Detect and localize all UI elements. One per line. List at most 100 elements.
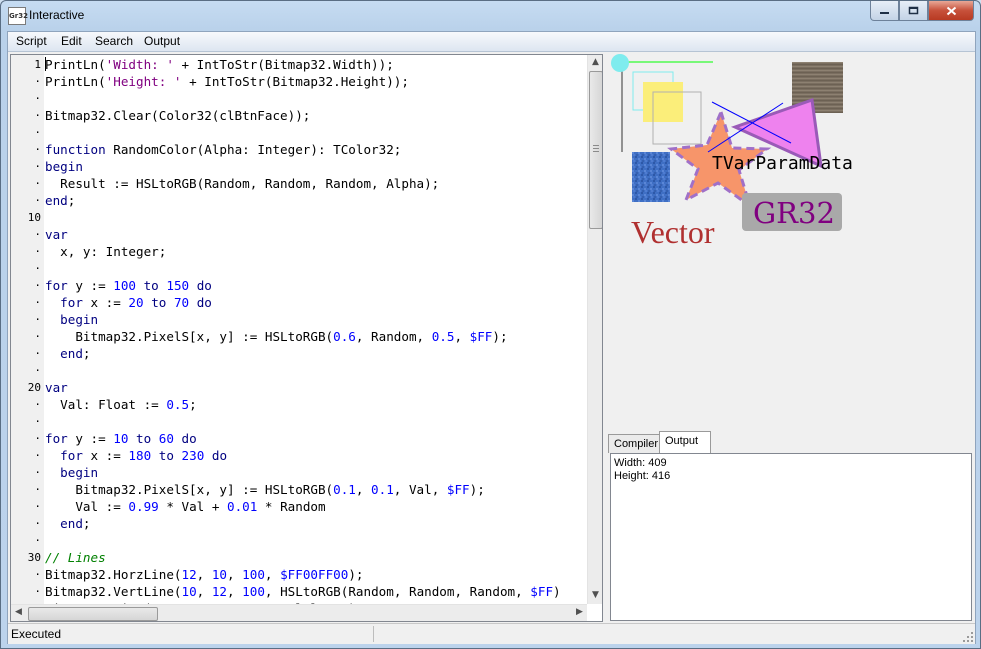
code-token: Bitmap32.HorzLine( [45, 567, 182, 582]
scroll-down-arrow-icon[interactable]: ▼ [588, 588, 602, 603]
code-token: 100 [113, 278, 136, 293]
code-token: x := [82, 295, 129, 310]
code-token: ; [67, 193, 76, 208]
code-token: $FF00FF00 [280, 567, 349, 582]
code-token: 0.5 [431, 329, 455, 344]
code-token: ; [82, 516, 91, 531]
line-number: · [34, 347, 41, 360]
code-line: Bitmap32.PixelS[x, y] := HSLtoRGB(0.1, 0… [45, 481, 484, 498]
code-token: 0.5 [166, 397, 190, 412]
window-controls [870, 1, 974, 21]
line-number: · [34, 330, 41, 343]
menu-search[interactable]: Search [95, 34, 133, 48]
code-token: do [211, 448, 228, 463]
close-button[interactable] [928, 1, 974, 21]
output-memo[interactable]: Width: 409 Height: 416 [610, 453, 972, 621]
code-token: Bitmap32.PixelS[x, y] := HSLtoRGB( [45, 329, 334, 344]
code-token: ) [553, 584, 561, 599]
code-token: 0.01 [227, 499, 258, 514]
vector-text: Vector [631, 214, 715, 250]
line-number: · [34, 245, 41, 258]
code-line: Bitmap32.VertLine(10, 12, 100, HSLtoRGB(… [45, 583, 561, 600]
code-token: 70 [173, 295, 190, 310]
code-token: do [196, 295, 212, 310]
horizontal-scrollbar[interactable]: ◀ ▶ [11, 604, 587, 621]
size-grip-icon[interactable] [962, 631, 974, 643]
line-number-gutter: 1········10·········20·········30··· [11, 55, 44, 621]
horizontal-scroll-thumb[interactable] [28, 607, 158, 621]
code-token: to [158, 448, 174, 463]
line-number: · [34, 449, 41, 462]
vertical-scroll-thumb[interactable] [589, 71, 602, 229]
tab-compiler[interactable]: Compiler [608, 434, 664, 453]
code-line: end; [45, 515, 91, 532]
code-token: , [196, 584, 212, 599]
line-number: · [34, 483, 41, 496]
code-line: end; [45, 345, 91, 362]
code-line: Bitmap32.PixelS[x, y] := HSLtoRGB(0.6, R… [45, 328, 508, 345]
line-number: · [34, 296, 41, 309]
scroll-right-arrow-icon[interactable]: ▶ [572, 605, 587, 620]
code-line: for y := 100 to 150 do [45, 277, 212, 294]
line-number: · [34, 143, 41, 156]
code-line: var [45, 379, 68, 396]
line-number: · [34, 585, 41, 598]
code-token: Val := [45, 499, 129, 514]
code-token: , HSLtoRGB(Random, Random, Random, [264, 584, 531, 599]
maximize-button[interactable] [899, 1, 928, 21]
line-number: · [34, 534, 41, 547]
menu-edit[interactable]: Edit [61, 34, 82, 48]
status-separator [373, 626, 374, 642]
code-token: x := [82, 448, 129, 463]
scroll-left-arrow-icon[interactable]: ◀ [11, 605, 26, 620]
code-token: ; [189, 397, 197, 412]
tab-output[interactable]: Output [659, 431, 711, 453]
menu-output[interactable]: Output [144, 34, 180, 48]
title-bar[interactable]: Gr32 Interactive [1, 1, 980, 31]
code-token: // Lines [45, 550, 106, 565]
code-token: 230 [181, 448, 205, 463]
code-token: end [60, 346, 83, 361]
line-number: · [34, 109, 41, 122]
code-line: x, y: Integer; [45, 243, 166, 260]
vertical-scrollbar[interactable]: ▲ ▼ [587, 55, 602, 604]
line-number: 10 [27, 211, 41, 224]
menu-script[interactable]: Script [16, 34, 47, 48]
code-token: 0.6 [333, 329, 356, 344]
status-text: Executed [11, 627, 62, 641]
code-token: Bitmap32.VertLine( [45, 584, 182, 599]
code-token: 180 [128, 448, 152, 463]
code-token: 100 [242, 567, 265, 582]
code-token: for [60, 295, 83, 310]
code-line: end; [45, 192, 75, 209]
code-line: begin [45, 158, 83, 175]
code-area[interactable]: PrintLn('Width: ' + IntToStr(Bitmap32.Wi… [45, 55, 585, 621]
code-token: PrintLn( [45, 57, 106, 72]
line-number: · [34, 92, 41, 105]
code-token: , [454, 329, 470, 344]
minimize-button[interactable] [870, 1, 899, 21]
code-token: * Val + [158, 499, 227, 514]
code-token: function [45, 142, 106, 157]
code-token: 60 [158, 431, 174, 446]
code-token: 10 [113, 431, 129, 446]
code-token: ; [82, 346, 91, 361]
code-token: , Val, [393, 482, 447, 497]
code-line: for y := 10 to 60 do [45, 430, 197, 447]
scroll-up-arrow-icon[interactable]: ▲ [588, 55, 602, 70]
code-token: 'Width: ' [105, 57, 174, 72]
bitmap-preview: TVarParamData GR32 Vector [611, 54, 853, 250]
code-editor[interactable]: 1········10·········20·········30··· Pri… [10, 54, 603, 622]
code-token: ); [492, 329, 508, 344]
code-line: Result := HSLtoRGB(Random, Random, Rando… [45, 175, 439, 192]
code-token: end [60, 516, 83, 531]
